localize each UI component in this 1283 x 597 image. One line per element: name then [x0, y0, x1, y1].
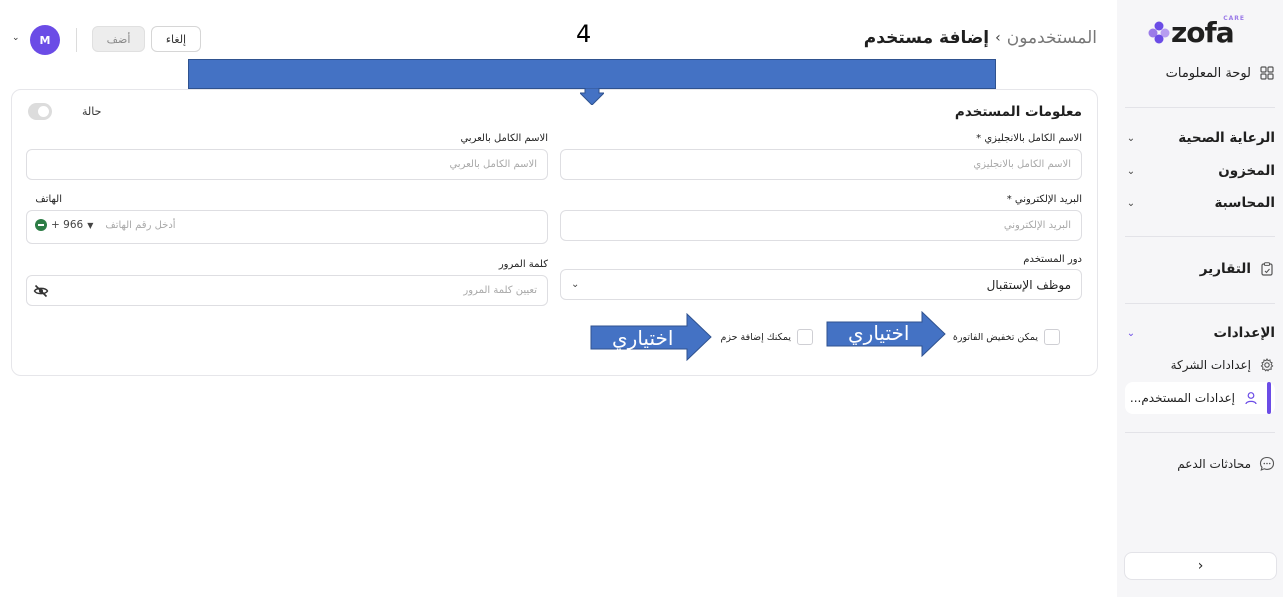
breadcrumb: المستخدمون › إضافة مستخدم: [864, 28, 1097, 48]
chevron-right-icon: ›: [995, 30, 1001, 46]
sidebar-item-label: لوحة المعلومات: [1165, 65, 1251, 81]
grid-icon: [1259, 65, 1275, 81]
chevron-down-icon: ⌄: [1126, 327, 1136, 339]
status-toggle[interactable]: [28, 103, 52, 120]
chevron-down-icon: ⌄: [1126, 197, 1136, 209]
collapse-sidebar-button[interactable]: ‹: [1124, 552, 1277, 580]
sidebar-item-label: محادثات الدعم: [1177, 457, 1251, 471]
email-label: البريد الإلكتروني *: [1006, 194, 1082, 205]
logo-badge: CARE: [1223, 15, 1245, 22]
cancel-button[interactable]: إلغاء: [151, 26, 201, 52]
role-select[interactable]: موظف الإستقبال ⌄: [560, 269, 1082, 300]
add-button[interactable]: أضف: [92, 26, 145, 52]
avatar[interactable]: M: [30, 25, 60, 55]
sidebar-item-label: التقارير: [1199, 261, 1251, 277]
country-code-select[interactable]: + 966 ▼ أدخل رقم الهاتف: [35, 219, 176, 231]
phone-label: الهاتف: [35, 194, 62, 205]
name-en-field[interactable]: الاسم الكامل بالانجليزي: [560, 149, 1082, 180]
caret-down-icon: ▼: [87, 220, 94, 230]
sidebar-item-inventory[interactable]: المخزون ⌄: [1125, 160, 1275, 182]
eye-off-icon[interactable]: [33, 283, 49, 299]
optional-label: اختياري: [612, 326, 674, 350]
discount-invoice-checkbox[interactable]: [1044, 329, 1060, 345]
email-placeholder: البريد الإلكتروني: [1003, 220, 1071, 231]
name-en-label: الاسم الكامل بالانجليزي *: [976, 133, 1082, 144]
toggle-knob: [38, 106, 49, 117]
user-icon: [1243, 390, 1259, 406]
optional-callout-1: اختياري: [826, 310, 946, 358]
zofa-logo[interactable]: zofa CARE: [1145, 14, 1245, 49]
password-field[interactable]: تعيين كلمة المرور: [26, 275, 548, 306]
sidebar-item-company-settings[interactable]: إعدادات الشركة: [1125, 354, 1275, 376]
sidebar-divider: [1125, 236, 1275, 237]
annotation-highlight-bar: [188, 59, 996, 89]
chevron-down-icon: ⌄: [571, 279, 580, 290]
sidebar-divider: [1125, 107, 1275, 108]
status-label: حالة: [82, 105, 102, 118]
step-number-annotation: 4: [576, 20, 592, 48]
sidebar-item-label: الرعاية الصحية: [1178, 130, 1275, 146]
sidebar-item-label: إعدادات الشركة: [1170, 358, 1251, 372]
sidebar-item-settings[interactable]: الإعدادات ⌄: [1125, 322, 1275, 344]
phone-field[interactable]: + 966 ▼ أدخل رقم الهاتف: [26, 210, 548, 244]
chevron-left-icon: ‹: [1197, 558, 1204, 574]
breadcrumb-users-link[interactable]: المستخدمون: [1007, 28, 1097, 48]
saudi-flag-icon: [35, 219, 47, 231]
chat-bubble-icon: [1259, 456, 1275, 472]
chevron-down-icon: ⌄: [1126, 165, 1136, 177]
discount-invoice-option[interactable]: يمكن تخفيض الفاتورة: [953, 329, 1060, 345]
sidebar-item-support[interactable]: محادثات الدعم: [1125, 453, 1275, 475]
sidebar-item-label: الإعدادات: [1213, 325, 1275, 341]
logo-mark-icon: [1148, 21, 1170, 44]
password-label: كلمة المرور: [498, 259, 548, 270]
country-code: + 966: [51, 219, 84, 231]
page-title: إضافة مستخدم: [863, 28, 990, 48]
header-divider: [76, 28, 77, 52]
role-value: موظف الإستقبال: [986, 277, 1071, 292]
sidebar-item-accounting[interactable]: المحاسبة ⌄: [1125, 192, 1275, 214]
down-arrow-icon: [580, 88, 604, 105]
add-packages-label: يمكنك إضافة حزم: [720, 331, 791, 343]
optional-label: اختياري: [848, 321, 910, 345]
sidebar-item-dashboard[interactable]: لوحة المعلومات: [1125, 62, 1275, 84]
clipboard-icon: [1259, 261, 1275, 277]
phone-placeholder: أدخل رقم الهاتف: [105, 219, 176, 231]
discount-invoice-label: يمكن تخفيض الفاتورة: [952, 331, 1038, 343]
sidebar-item-reports[interactable]: التقارير: [1125, 258, 1275, 280]
sidebar-divider: [1125, 432, 1275, 433]
name-ar-placeholder: الاسم الكامل بالعربي: [449, 159, 537, 170]
name-ar-label: الاسم الكامل بالعربي: [460, 133, 548, 144]
add-packages-checkbox[interactable]: [797, 329, 813, 345]
sidebar-item-label: المحاسبة: [1214, 195, 1275, 211]
chevron-down-icon: ⌄: [1126, 132, 1136, 144]
email-field[interactable]: البريد الإلكتروني: [560, 210, 1082, 241]
sidebar-item-healthcare[interactable]: الرعاية الصحية ⌄: [1125, 127, 1275, 149]
optional-callout-2: اختياري: [590, 312, 712, 362]
sidebar-item-label: إعدادات المستخدم...: [1129, 391, 1235, 405]
chevron-down-icon[interactable]: ⌄: [12, 33, 20, 43]
section-title: معلومات المستخدم: [954, 104, 1082, 120]
name-en-placeholder: الاسم الكامل بالانجليزي: [973, 159, 1071, 170]
sidebar-item-label: المخزون: [1218, 163, 1275, 179]
name-ar-field[interactable]: الاسم الكامل بالعربي: [26, 149, 548, 180]
password-placeholder: تعيين كلمة المرور: [463, 285, 537, 296]
add-packages-option[interactable]: يمكنك إضافة حزم: [720, 329, 813, 345]
gear-icon: [1259, 357, 1275, 373]
active-item-indicator: [1267, 382, 1271, 414]
sidebar-item-user-settings[interactable]: إعدادات المستخدم...: [1125, 387, 1259, 409]
role-label: دور المستخدم: [1023, 254, 1082, 265]
sidebar: zofa CARE لوحة المعلومات الرعاية الصحية …: [1117, 0, 1283, 597]
sidebar-divider: [1125, 303, 1275, 304]
